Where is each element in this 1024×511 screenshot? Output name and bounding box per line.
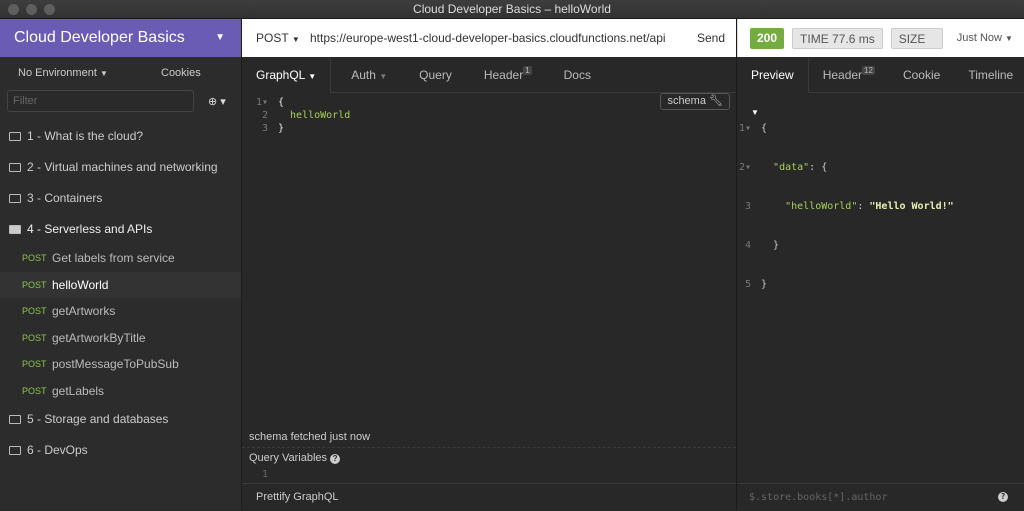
- environment-dropdown[interactable]: No Environment ▼: [18, 67, 161, 79]
- method-tag: POST: [22, 253, 47, 264]
- folder-icon: [9, 132, 21, 141]
- sidebar-request[interactable]: POST getLabels: [0, 378, 241, 405]
- tab-response-header[interactable]: Header 12: [809, 57, 889, 93]
- size-badge: SIZE 39: [890, 27, 943, 49]
- folder-label: 6 - DevOps: [27, 443, 88, 457]
- url-input[interactable]: https://europe-west1-cloud-developer-bas…: [310, 31, 697, 45]
- filter-input[interactable]: Filter: [7, 90, 194, 112]
- sidebar-folder[interactable]: 2 - Virtual machines and networking: [0, 152, 241, 183]
- sidebar-folder[interactable]: 4 - Serverless and APIs: [0, 214, 241, 245]
- query-variables-label: Query Variables: [249, 452, 328, 464]
- folder-icon: [9, 415, 21, 424]
- response-pane: 200 TIME 77.6 ms SIZE 39 Just Now ▼ Prev…: [737, 19, 1024, 510]
- folder-label: 2 - Virtual machines and networking: [27, 160, 218, 174]
- folder-icon: [9, 446, 21, 455]
- request-label: Get labels from service: [52, 251, 175, 266]
- prettify-graphql-button[interactable]: Prettify GraphQL: [256, 491, 339, 503]
- schema-status: schema fetched just now: [242, 427, 736, 448]
- request-pane: POST ▼ https://europe-west1-cloud-develo…: [242, 19, 737, 510]
- method-tag: POST: [22, 359, 47, 370]
- tab-query[interactable]: Query: [401, 57, 466, 93]
- request-label: getArtworkByTitle: [52, 330, 146, 345]
- window-title: Cloud Developer Basics – helloWorld: [413, 2, 611, 16]
- environment-label: No Environment: [18, 67, 97, 79]
- sidebar-request[interactable]: POST helloWorld: [0, 271, 241, 298]
- schema-button[interactable]: schema 🔧︎: [660, 93, 730, 110]
- tab-auth[interactable]: Auth ▼: [331, 57, 401, 93]
- tab-docs[interactable]: Docs: [546, 57, 605, 93]
- status-badge: 200: [750, 27, 785, 49]
- query-variables-editor[interactable]: 1: [242, 468, 736, 481]
- close-window-button[interactable]: [8, 4, 19, 15]
- time-badge: TIME 77.6 ms: [792, 27, 883, 49]
- sidebar: Cloud Developer Basics ▼ No Environment ▼…: [0, 19, 242, 510]
- method-tag: POST: [22, 306, 47, 317]
- method-label: POST: [256, 31, 289, 45]
- chevron-down-icon: ▼: [215, 32, 225, 43]
- zoom-window-button[interactable]: [44, 4, 55, 15]
- folder-label: 3 - Containers: [27, 191, 103, 205]
- send-button[interactable]: Send: [697, 31, 725, 45]
- tab-header[interactable]: Header 1: [466, 57, 546, 93]
- sidebar-folder[interactable]: 1 - What is the cloud?: [0, 121, 241, 152]
- sidebar-folder[interactable]: 3 - Containers: [0, 183, 241, 214]
- method-tag: POST: [22, 332, 47, 343]
- request-label: getArtworks: [52, 304, 116, 319]
- sidebar-folder[interactable]: 6 - DevOps: [0, 435, 241, 466]
- response-preview: 1▾{ 2▾ "data": { 3 "helloWorld": "Hello …: [738, 123, 954, 290]
- response-filter-input[interactable]: $.store.books[*].author: [749, 492, 887, 503]
- graphql-editor[interactable]: 1▾{ 2 helloWorld 3} schema 🔧︎: [242, 93, 736, 427]
- tab-graphql[interactable]: GraphQL ▼: [242, 56, 332, 93]
- folder-icon: [9, 163, 21, 172]
- method-tag: POST: [22, 385, 47, 396]
- sidebar-request[interactable]: POST Get labels from service: [0, 245, 241, 272]
- history-dropdown[interactable]: Just Now ▼: [957, 32, 1013, 44]
- chevron-down-icon: ▼: [99, 69, 108, 78]
- sidebar-request[interactable]: POST getArtworkByTitle: [0, 325, 241, 352]
- method-tag: POST: [22, 279, 47, 290]
- request-label: getLabels: [52, 383, 105, 398]
- sidebar-folder[interactable]: 5 - Storage and databases: [0, 404, 241, 435]
- folder-label: 4 - Serverless and APIs: [27, 222, 153, 236]
- help-icon[interactable]: ?: [330, 454, 341, 464]
- tab-cookie[interactable]: Cookie: [889, 57, 954, 93]
- wrench-icon: 🔧︎: [709, 95, 723, 107]
- folder-label: 1 - What is the cloud?: [27, 129, 144, 143]
- minimize-window-button[interactable]: [26, 4, 37, 15]
- workspace-dropdown[interactable]: Cloud Developer Basics ▼: [0, 19, 241, 57]
- tab-preview[interactable]: Preview ▼: [737, 56, 809, 117]
- workspace-name: Cloud Developer Basics: [14, 29, 185, 46]
- chevron-down-icon: ▼: [291, 35, 300, 44]
- folder-open-icon: [9, 225, 21, 234]
- title-bar: Cloud Developer Basics – helloWorld: [0, 0, 1024, 19]
- tab-timeline[interactable]: Timeline: [954, 57, 1024, 93]
- sidebar-request[interactable]: POST getArtworks: [0, 298, 241, 325]
- folder-icon: [9, 194, 21, 203]
- request-label: postMessageToPubSub: [52, 357, 179, 372]
- help-icon[interactable]: ?: [998, 492, 1008, 502]
- sidebar-request[interactable]: POST postMessageToPubSub: [0, 351, 241, 378]
- folder-label: 5 - Storage and databases: [27, 412, 169, 426]
- request-label: helloWorld: [52, 277, 109, 292]
- method-dropdown[interactable]: POST ▼: [256, 31, 310, 45]
- header-count-badge: 1: [523, 65, 532, 75]
- header-count-badge: 12: [862, 65, 875, 75]
- add-item-dropdown[interactable]: ⊕ ▾: [208, 95, 226, 108]
- cookies-button[interactable]: Cookies: [161, 67, 201, 79]
